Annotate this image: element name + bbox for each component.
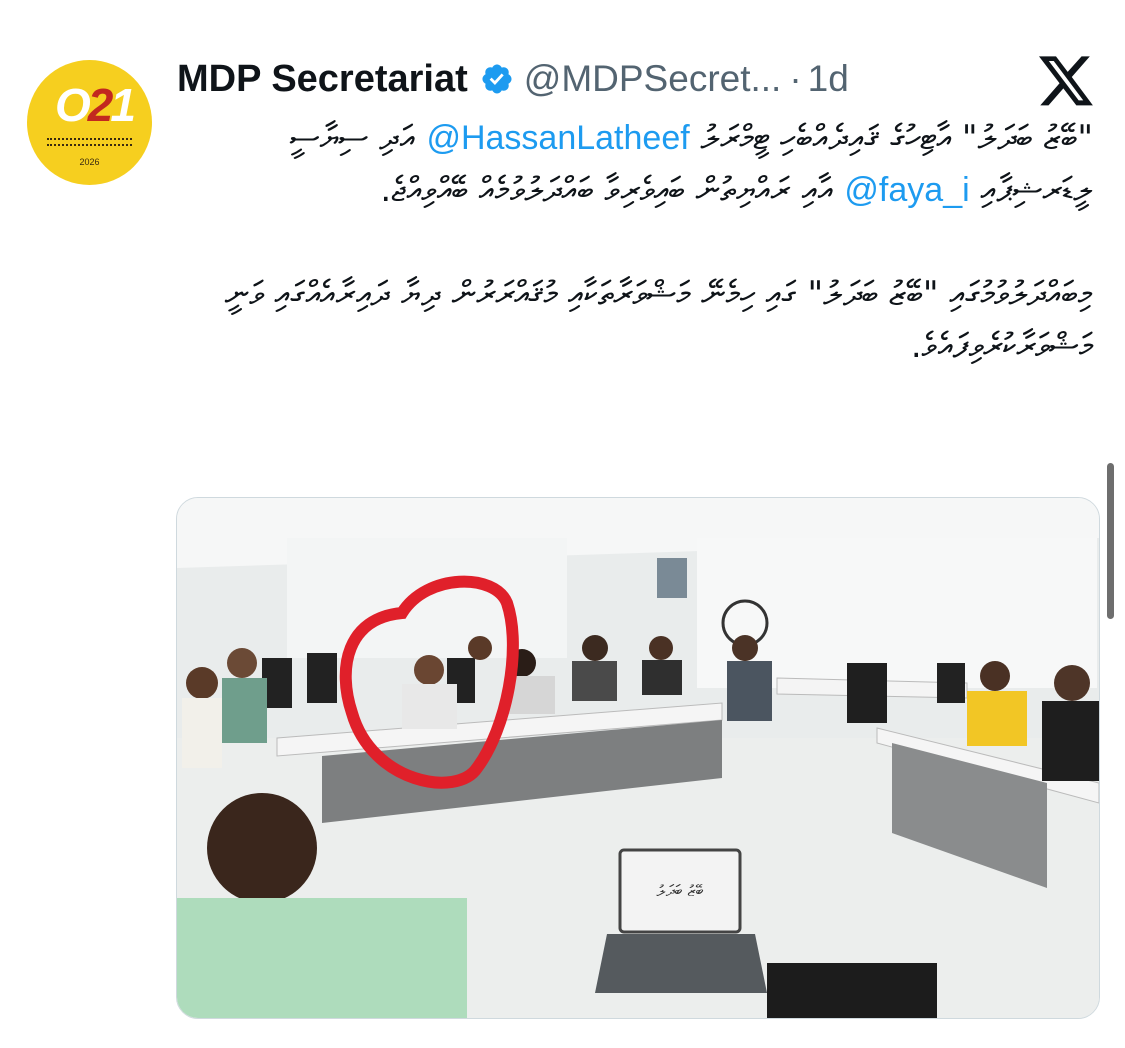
author-handle[interactable]: @MDPSecret...: [524, 58, 782, 100]
separator-dot: ·: [789, 58, 802, 99]
avatar-script-mark: [47, 138, 132, 146]
tweet-text: "ބޭޒު ބަދަލު" އާޓިހުގެ ޤައިދެއްބެހި ޓީމް…: [168, 112, 1093, 372]
tweet-paragraph-1: "ބޭޒު ބަދަލު" އާޓިހުގެ ޤައިދެއްބެހި ޓީމް…: [168, 112, 1093, 216]
mention-link[interactable]: @HassanLatheef: [426, 119, 689, 157]
avatar-year: 2026: [79, 157, 100, 167]
avatar[interactable]: O21 2026: [27, 60, 152, 185]
scrollbar[interactable]: [1107, 463, 1114, 619]
author-name[interactable]: MDP Secretariat: [177, 58, 468, 101]
mention-link[interactable]: @faya_i: [844, 171, 969, 209]
tweet-photo[interactable]: ބޭޒު ބަދަލު: [176, 497, 1100, 1019]
tweet-time[interactable]: 1d: [808, 58, 849, 100]
tweet-header: MDP Secretariat @MDPSecret... · 1d: [177, 52, 849, 106]
photo-illustration: ބޭޒު ބަދަލު: [177, 498, 1099, 1018]
avatar-logo-text: O21: [55, 79, 136, 131]
tweet-paragraph-2: މިބައްދަލުވުމުގައި "ބޭޒު ބަދަލު" ގައި ހި…: [224, 274, 1093, 366]
tweet-text-segment: "ބޭޒު ބަދަލު" އާޓިހުގެ ޤައިދެއްބެހި ޓީމް…: [689, 118, 1093, 158]
verified-badge-icon[interactable]: [480, 62, 514, 96]
tweet-text-segment: އާއި ރައްޔިތުން ބައިވެރިވާ ބައްދަލުވުމެއ…: [380, 170, 845, 210]
laptop-screen-text: ބޭޒު ބަދަލު: [657, 881, 704, 900]
x-logo-icon[interactable]: [1039, 56, 1095, 108]
